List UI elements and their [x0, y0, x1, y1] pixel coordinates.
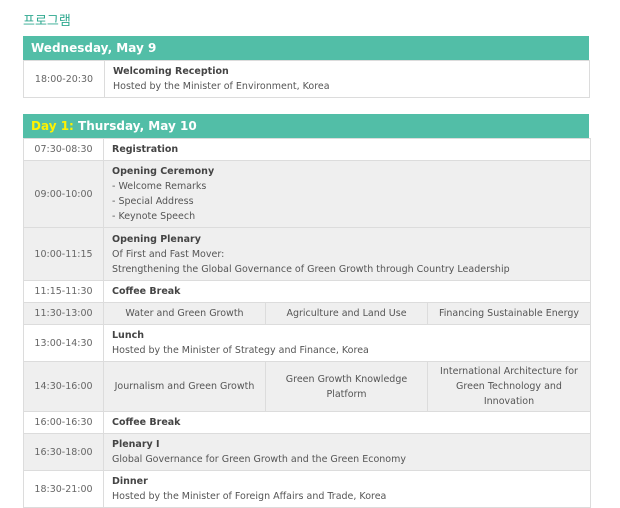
event-cell: Registration	[103, 138, 591, 161]
time-cell: 14:30-16:00	[23, 361, 104, 412]
day1-header: Day 1: Thursday, May 10	[23, 114, 589, 138]
time-cell: 11:15-11:30	[23, 280, 104, 303]
session-track: Agriculture and Land Use	[265, 302, 428, 325]
table-row: 18:30-21:00 Dinner Hosted by the Ministe…	[23, 470, 591, 508]
event-desc: Of First and Fast Mover:	[112, 248, 225, 260]
time-cell: 16:00-16:30	[23, 411, 104, 434]
table-row: 14:30-16:00 Journalism and Green Growth …	[23, 361, 591, 412]
event-title: Coffee Break	[112, 417, 181, 428]
event-title: Lunch	[112, 330, 144, 341]
event-title: Dinner	[112, 476, 148, 487]
time-cell: 16:30-18:00	[23, 433, 104, 471]
time-cell: 10:00-11:15	[23, 227, 104, 281]
table-row: 16:00-16:30 Coffee Break	[23, 411, 591, 434]
table-row: 18:00-20:30 Welcoming Reception Hosted b…	[23, 60, 590, 98]
event-desc: - Welcome Remarks	[112, 181, 207, 192]
event-title: Opening Ceremony	[112, 166, 215, 177]
table-row: 13:00-14:30 Lunch Hosted by the Minister…	[23, 324, 591, 362]
event-desc: Strengthening the Global Governance of G…	[112, 263, 510, 275]
wednesday-header-text: Wednesday, May 9	[31, 41, 157, 55]
event-title: Registration	[112, 144, 179, 155]
time-cell: 07:30-08:30	[23, 138, 104, 161]
day1-date: Thursday, May 10	[73, 119, 197, 133]
event-cell: Coffee Break	[103, 280, 591, 303]
event-title: Welcoming Reception	[113, 66, 229, 77]
day1-schedule-table: 07:30-08:30 Registration 09:00-10:00 Ope…	[23, 138, 591, 508]
event-cell: Plenary I Global Governance for Green Gr…	[103, 433, 591, 471]
wednesday-header: Wednesday, May 9	[23, 36, 589, 60]
session-track: International Architecture for Green Tec…	[427, 361, 591, 412]
table-row: 11:30-13:00 Water and Green Growth Agric…	[23, 302, 591, 325]
time-cell: 13:00-14:30	[23, 324, 104, 362]
event-cell: Coffee Break	[103, 411, 591, 434]
table-row: 10:00-11:15 Opening Plenary Of First and…	[23, 227, 591, 281]
event-title: Opening Plenary	[112, 233, 201, 245]
event-title: Plenary I	[112, 439, 160, 450]
time-cell: 09:00-10:00	[23, 160, 104, 228]
event-desc: Global Governance for Green Growth and t…	[112, 454, 406, 465]
event-cell: Opening Plenary Of First and Fast Mover:…	[103, 227, 591, 281]
event-desc: - Special Address	[112, 196, 194, 207]
session-track: Water and Green Growth	[103, 302, 266, 325]
event-cell: Lunch Hosted by the Minister of Strategy…	[103, 324, 591, 362]
page-title: 프로그램	[23, 14, 71, 29]
day1-label: Day 1:	[31, 119, 74, 133]
session-track: Financing Sustainable Energy	[427, 302, 591, 325]
session-track: Green Growth Knowledge Platform	[265, 361, 428, 412]
event-desc: - Keynote Speech	[112, 211, 196, 222]
event-desc: Hosted by the Minister of Environment, K…	[113, 81, 330, 92]
time-cell: 11:30-13:00	[23, 302, 104, 325]
time-cell: 18:00-20:30	[23, 60, 105, 98]
wednesday-schedule-table: 18:00-20:30 Welcoming Reception Hosted b…	[23, 60, 590, 98]
event-cell: Dinner Hosted by the Minister of Foreign…	[103, 470, 591, 508]
event-desc: Hosted by the Minister of Foreign Affair…	[112, 491, 387, 502]
event-cell: Opening Ceremony - Welcome Remarks - Spe…	[103, 160, 591, 228]
table-row: 09:00-10:00 Opening Ceremony - Welcome R…	[23, 160, 591, 228]
table-row: 11:15-11:30 Coffee Break	[23, 280, 591, 303]
table-row: 16:30-18:00 Plenary I Global Governance …	[23, 433, 591, 471]
event-cell: Welcoming Reception Hosted by the Minist…	[104, 60, 590, 98]
session-track: Journalism and Green Growth	[103, 361, 266, 412]
time-cell: 18:30-21:00	[23, 470, 104, 508]
table-row: 07:30-08:30 Registration	[23, 138, 591, 161]
event-desc: Hosted by the Minister of Strategy and F…	[112, 345, 369, 356]
event-title: Coffee Break	[112, 286, 181, 297]
